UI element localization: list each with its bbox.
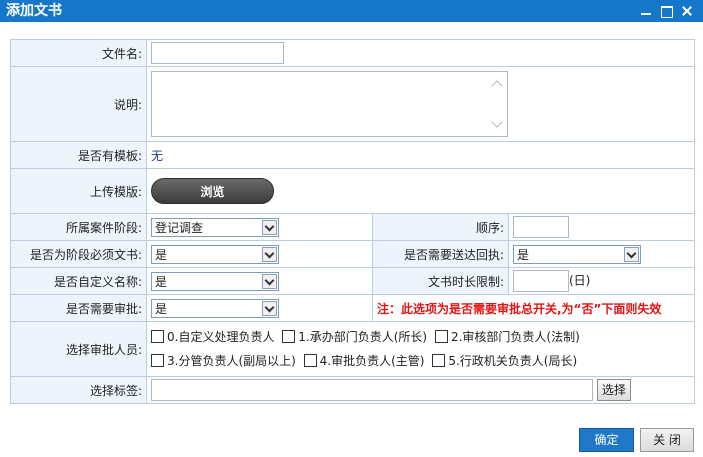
time-limit-unit: (日) <box>569 273 591 288</box>
confirm-button[interactable]: 确定 <box>579 428 634 452</box>
approver-option[interactable]: 5.行政机关负责人(局长) <box>432 349 577 373</box>
chevron-down-icon[interactable] <box>262 273 277 289</box>
need-approval-label: 是否需要审批: <box>10 294 147 322</box>
textarea-scrollbar[interactable] <box>491 74 505 134</box>
select-tags-button[interactable]: 选择 <box>596 379 631 401</box>
chevron-down-icon[interactable] <box>624 246 639 262</box>
checkbox[interactable] <box>151 330 164 343</box>
case-stage-label: 所属案件阶段: <box>10 213 147 241</box>
description-textarea[interactable] <box>151 71 508 137</box>
checkbox[interactable] <box>303 354 317 367</box>
has-template-value: 无 <box>146 141 695 169</box>
minimize-icon[interactable] <box>638 3 654 19</box>
custom-name-select[interactable]: 是 <box>151 271 279 291</box>
checkbox[interactable] <box>432 354 446 367</box>
time-limit-input[interactable] <box>513 270 569 292</box>
approver-option[interactable]: 3.分管负责人(副局以上) <box>151 349 296 373</box>
need-approval-select[interactable]: 是 <box>151 298 279 318</box>
approval-note: 注：此选项为是否需要审批总开关,为“否”下面则失效 <box>372 294 695 322</box>
order-label: 顺序: <box>372 213 509 241</box>
checkbox[interactable] <box>151 354 164 367</box>
dialog-title: 添加文书 <box>6 3 62 19</box>
checkbox[interactable] <box>282 330 296 343</box>
close-icon[interactable] <box>679 3 695 19</box>
approver-option[interactable]: 0.自定义处理负责人 <box>151 325 274 349</box>
chevron-down-icon[interactable] <box>262 246 277 262</box>
tags-label: 选择标签: <box>10 376 147 404</box>
case-stage-select[interactable]: 登记调查 <box>151 217 279 237</box>
approvers-label: 选择审批人员: <box>10 321 147 377</box>
has-template-label: 是否有模板: <box>10 141 147 169</box>
time-limit-label: 文书时长限制: <box>372 267 509 295</box>
checkbox[interactable] <box>434 330 448 343</box>
scroll-down-icon[interactable] <box>491 116 503 128</box>
stage-required-select[interactable]: 是 <box>151 244 279 264</box>
need-receipt-label: 是否需要送达回执: <box>372 240 509 268</box>
maximize-icon[interactable] <box>658 3 674 19</box>
custom-name-label: 是否自定义名称: <box>10 267 147 295</box>
approvers-group: 0.自定义处理负责人 1.承办部门负责人(所长) 2.审核部门负责人(法制) 3… <box>146 321 695 377</box>
scroll-up-icon[interactable] <box>491 80 503 92</box>
stage-required-label: 是否为阶段必须文书: <box>10 240 147 268</box>
description-label: 说明: <box>10 66 147 142</box>
order-input[interactable] <box>513 216 569 238</box>
chevron-down-icon[interactable] <box>262 300 277 316</box>
chevron-down-icon[interactable] <box>262 219 277 235</box>
approver-option[interactable]: 1.承办部门负责人(所长) <box>282 325 427 349</box>
upload-template-label: 上传模版: <box>10 168 147 214</box>
filename-input[interactable] <box>151 42 284 64</box>
approver-option[interactable]: 2.审核部门负责人(法制) <box>434 325 580 349</box>
document-form: 文件名: 说明: 是否有模板: 无 上传模版: 浏览 所属案件阶段: 登记调查 … <box>10 39 695 404</box>
close-button[interactable]: 关 闭 <box>640 428 694 452</box>
tags-input[interactable] <box>151 379 593 401</box>
browse-button[interactable]: 浏览 <box>151 178 274 204</box>
dialog-titlebar: 添加文书 <box>0 0 703 22</box>
filename-label: 文件名: <box>10 39 147 67</box>
approver-option[interactable]: 4.审批负责人(主管) <box>303 349 424 373</box>
need-receipt-select[interactable]: 是 <box>513 244 641 264</box>
